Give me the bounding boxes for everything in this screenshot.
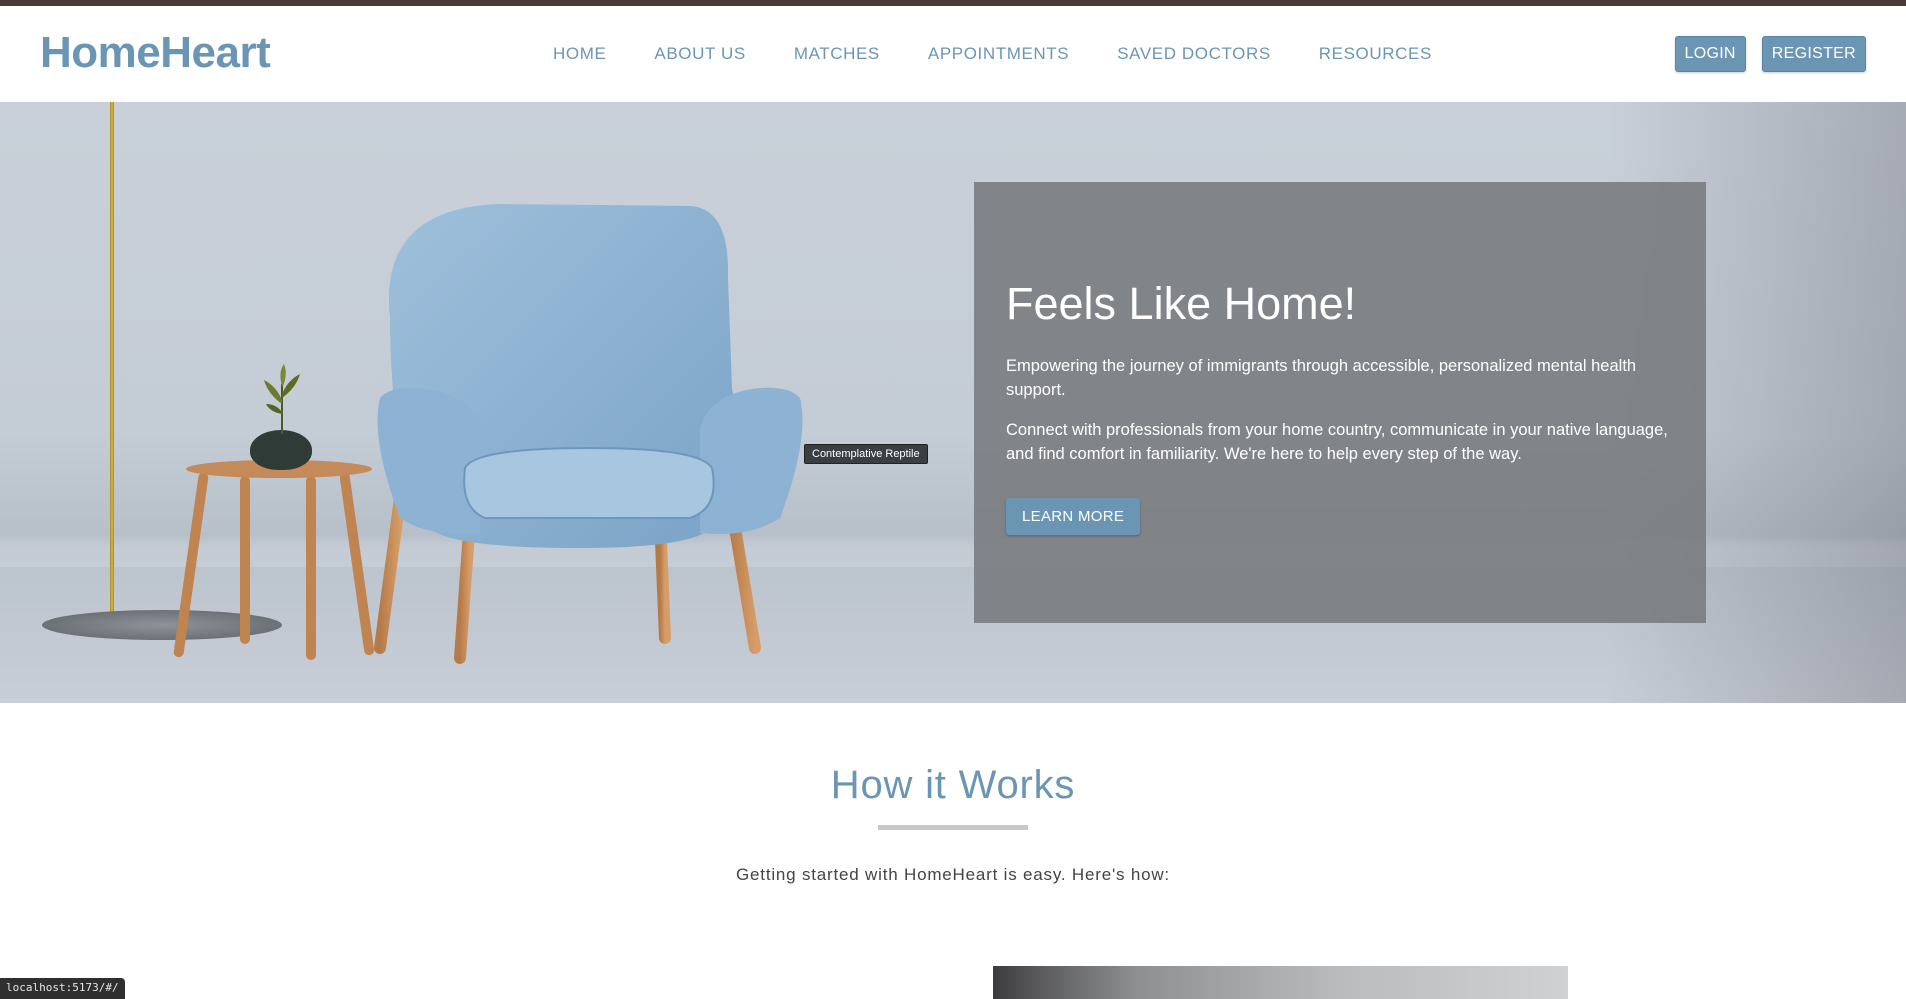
auth-buttons: LOGIN REGISTER [1674, 36, 1866, 72]
hero-title: Feels Like Home! [1006, 278, 1357, 329]
nav-item-resources[interactable]: RESOURCES [1319, 44, 1432, 64]
nav-item-about-us[interactable]: ABOUT US [654, 44, 745, 64]
learn-more-button[interactable]: LEARN MORE [1006, 498, 1141, 535]
floor-lamp-pole [110, 102, 114, 622]
status-bar-url: localhost:5173/#/ [0, 978, 125, 999]
brand-logo[interactable]: HomeHeart [40, 28, 271, 78]
hero-section: Contemplative Reptile Feels Like Home! E… [0, 102, 1906, 703]
vase [250, 430, 312, 470]
section-title: How it Works [830, 763, 1076, 807]
hero-paragraph-1: Empowering the journey of immigrants thr… [1006, 357, 1637, 399]
image-tooltip: Contemplative Reptile [804, 444, 928, 464]
register-button[interactable]: REGISTER [1761, 36, 1866, 72]
main-nav: HOME ABOUT US MATCHES APPOINTMENTS SAVED… [553, 44, 1480, 64]
section-subtitle: Getting started with HomeHeart is easy. … [736, 865, 1170, 884]
table-leg [240, 476, 250, 644]
nav-item-home[interactable]: HOME [553, 44, 606, 64]
nav-item-matches[interactable]: MATCHES [794, 44, 880, 64]
nav-item-saved-doctors[interactable]: SAVED DOCTORS [1117, 44, 1271, 64]
nav-item-appointments[interactable]: APPOINTMENTS [928, 44, 1069, 64]
hero-text-panel: Feels Like Home! Empowering the journey … [974, 182, 1706, 623]
table-leg [306, 476, 316, 660]
site-header: HomeHeart HOME ABOUT US MATCHES APPOINTM… [0, 6, 1906, 102]
title-divider [878, 825, 1028, 830]
hero-paragraph-2: Connect with professionals from your hom… [1006, 421, 1668, 463]
login-button[interactable]: LOGIN [1674, 36, 1746, 72]
how-it-works-section: How it Works Getting started with HomeHe… [0, 703, 1906, 999]
armchair-illustration [374, 204, 803, 664]
step-image [993, 966, 1568, 999]
plant-icon [264, 364, 300, 434]
